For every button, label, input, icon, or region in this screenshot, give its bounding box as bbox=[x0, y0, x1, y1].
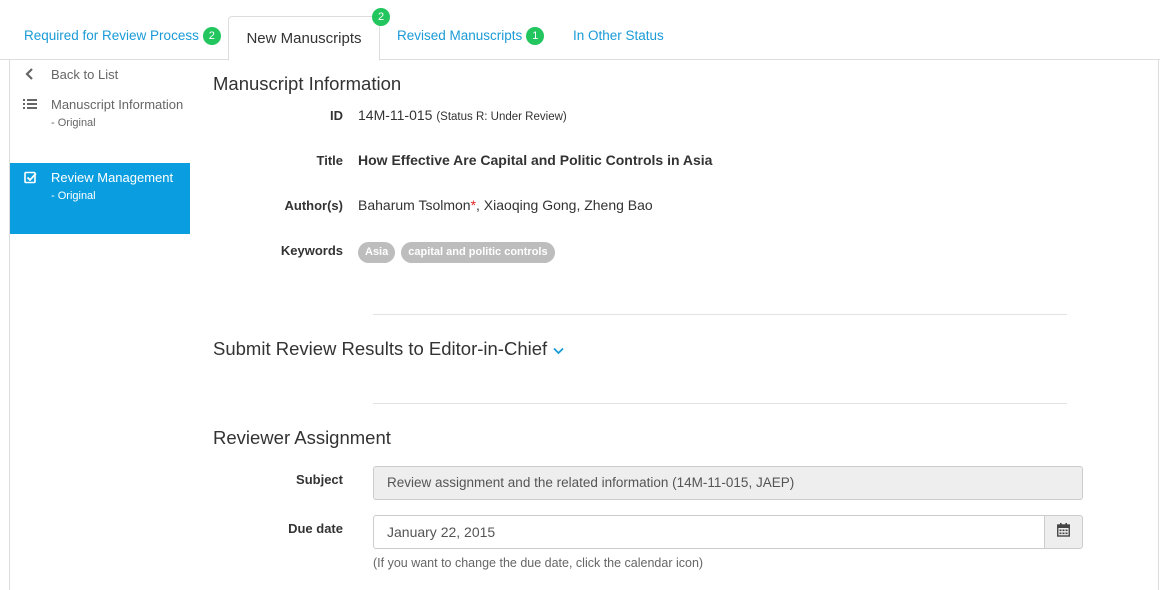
sidebar-item-manuscript-information[interactable]: Manuscript Information - Original bbox=[10, 90, 190, 162]
sidebar-item-review-management[interactable]: Review Management - Original bbox=[10, 163, 190, 234]
section-title-reviewer-assignment: Reviewer Assignment bbox=[213, 427, 391, 448]
sidebar-item-sublabel: - Original bbox=[51, 117, 96, 129]
chevron-down-icon bbox=[553, 342, 564, 358]
tab-in-other-status[interactable]: In Other Status bbox=[573, 27, 664, 45]
manuscript-status: (Status R: Under Review) bbox=[436, 111, 567, 123]
subject-label: Subject bbox=[296, 472, 343, 487]
tab-label: In Other Status bbox=[573, 28, 664, 43]
count-badge: 2 bbox=[372, 8, 390, 26]
corresponding-author: Baharum Tsolmon bbox=[358, 197, 471, 213]
keyword-tag: capital and politic controls bbox=[401, 242, 555, 263]
keywords-label: Keywords bbox=[280, 243, 343, 258]
keywords-list: Asia capital and politic controls bbox=[358, 242, 561, 263]
calendar-icon bbox=[1057, 522, 1070, 542]
due-date-group bbox=[373, 515, 1083, 549]
due-date-help-text: (If you want to change the due date, cli… bbox=[373, 556, 704, 570]
sidebar: Back to List Manuscript Information - Or… bbox=[10, 60, 190, 234]
tab-new-manuscripts[interactable]: New Manuscripts bbox=[228, 16, 380, 61]
co-authors: , Xiaoqing Gong, Zheng Bao bbox=[476, 197, 653, 213]
due-date-input[interactable] bbox=[373, 515, 1045, 549]
sidebar-item-label: Manuscript Information bbox=[51, 97, 184, 112]
manuscript-title: How Effective Are Capital and Politic Co… bbox=[358, 152, 713, 168]
keyword-tag: Asia bbox=[358, 242, 396, 263]
section-title-manuscript-information: Manuscript Information bbox=[213, 73, 402, 94]
section-title-submit-review: Submit Review Results to Editor-in-Chief bbox=[213, 338, 548, 359]
tab-label: Required for Review Process bbox=[24, 28, 199, 43]
sidebar-item-sublabel: - Original bbox=[51, 190, 96, 202]
count-badge: 2 bbox=[202, 27, 221, 46]
check-square-icon bbox=[23, 171, 37, 185]
submit-review-results-toggle[interactable]: Submit Review Results to Editor-in-Chief bbox=[213, 338, 564, 360]
section-divider bbox=[373, 403, 1067, 404]
tab-label: Revised Manuscripts bbox=[397, 28, 523, 43]
id-value: 14M-11-015 (Status R: Under Review) bbox=[358, 107, 567, 123]
back-to-list-link[interactable]: Back to List bbox=[10, 60, 190, 90]
calendar-button[interactable] bbox=[1044, 515, 1083, 549]
sidebar-item-label: Review Management bbox=[51, 170, 174, 185]
manuscript-id: 14M-11-015 bbox=[358, 107, 433, 123]
tab-required-for-review[interactable]: Required for Review Process 2 bbox=[24, 27, 221, 46]
chevron-left-icon bbox=[23, 68, 37, 82]
tab-bar: Required for Review Process 2 New Manuscr… bbox=[0, 0, 1166, 61]
authors-value: Baharum Tsolmon*, Xiaoqing Gong, Zheng B… bbox=[358, 197, 653, 213]
tab-revised-manuscripts[interactable]: Revised Manuscripts 1 bbox=[397, 27, 545, 46]
list-icon bbox=[23, 98, 37, 112]
count-badge: 1 bbox=[526, 27, 545, 46]
section-divider bbox=[373, 314, 1067, 315]
tab-label: New Manuscripts bbox=[246, 30, 362, 47]
subject-field: Review assignment and the related inform… bbox=[373, 466, 1083, 500]
back-label: Back to List bbox=[51, 67, 119, 82]
authors-label: Author(s) bbox=[284, 198, 344, 213]
id-label: ID bbox=[330, 108, 343, 123]
due-date-label: Due date bbox=[288, 521, 343, 536]
title-label: Title bbox=[316, 153, 344, 168]
